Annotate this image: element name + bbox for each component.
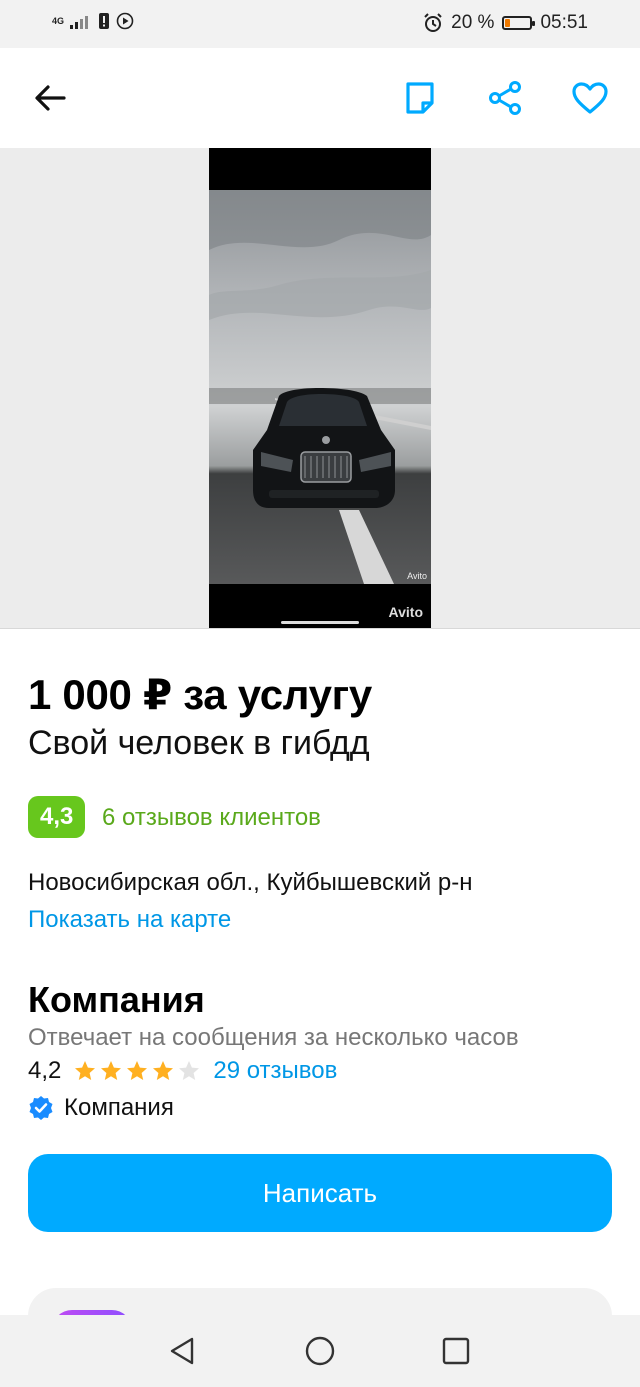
battery-icon [502, 16, 536, 30]
gallery-scroll-indicator [281, 621, 359, 624]
note-icon [406, 82, 434, 114]
share-icon [489, 81, 521, 115]
photo-gallery[interactable]: Avito Avito [0, 148, 640, 629]
nav-home-button[interactable] [302, 1333, 338, 1369]
rating-badge: 4,3 [28, 796, 86, 838]
seller-reply-time: Отвечает на сообщения за несколько часов [28, 1024, 519, 1051]
write-message-button[interactable]: Написать [28, 1154, 612, 1232]
back-arrow-icon [35, 85, 66, 111]
star-empty-icon [179, 1061, 200, 1080]
star-icon [127, 1061, 148, 1080]
listing-title: Свой человек в гибдд [28, 724, 370, 762]
listing-location: Новосибирская обл., Куйбышевский р-н [28, 869, 473, 896]
status-bar: 4G 20 % 05:51 [0, 0, 640, 48]
photo-frame[interactable]: Avito Avito [209, 148, 431, 628]
car-image [209, 190, 431, 584]
sim-alert-icon [99, 13, 110, 29]
verified-label: Компания [64, 1094, 174, 1121]
network-type: 4G [52, 15, 65, 26]
verified-badge-icon [29, 1096, 53, 1120]
battery-percent: 20 % [451, 12, 495, 33]
clock: 05:51 [540, 12, 588, 33]
seller-name[interactable]: Компания [28, 979, 205, 1021]
app-bar [0, 48, 640, 148]
photo-watermark-small: Avito [407, 571, 427, 581]
star-icon [101, 1061, 122, 1080]
listing-price: 1 000 ₽ за услугу [28, 671, 372, 718]
listing-photo[interactable]: Avito [209, 190, 431, 584]
seller-score: 4,2 [28, 1057, 62, 1084]
signal-icon [70, 16, 89, 29]
back-button[interactable] [28, 76, 72, 120]
verified-company-row: Компания [28, 1093, 174, 1123]
alarm-icon [424, 13, 442, 32]
note-button[interactable] [398, 76, 442, 120]
gallery-watermark: Avito [388, 604, 423, 620]
heart-icon [572, 82, 608, 114]
seller-stars [73, 1059, 201, 1083]
seller-rating-row: 4,2 29 отзывов [28, 1056, 337, 1086]
system-nav-bar [0, 1315, 640, 1387]
seller-reviews-link[interactable]: 29 отзывов [213, 1057, 337, 1085]
star-icon [153, 1061, 174, 1080]
client-reviews-link[interactable]: 6 отзывов клиентов [102, 804, 321, 832]
nav-back-button[interactable] [164, 1333, 200, 1369]
star-icon [75, 1061, 96, 1080]
show-on-map-link[interactable]: Показать на карте [28, 906, 231, 934]
share-button[interactable] [483, 76, 527, 120]
play-icon [116, 12, 134, 30]
nav-home-icon [305, 1336, 335, 1366]
nav-recents-button[interactable] [438, 1333, 474, 1369]
favorite-button[interactable] [568, 76, 612, 120]
nav-recents-icon [442, 1337, 470, 1365]
nav-back-icon [170, 1337, 194, 1365]
